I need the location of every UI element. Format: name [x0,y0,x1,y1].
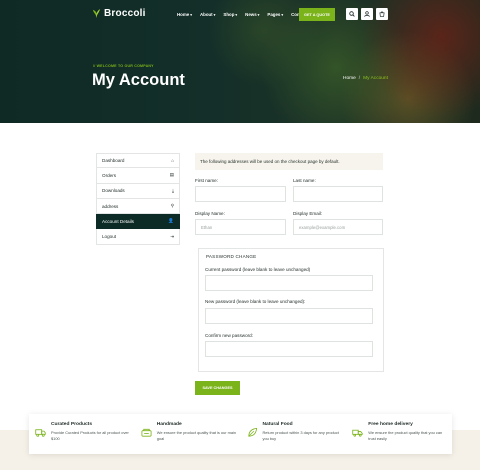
nav-pages[interactable]: Pages ▾ [267,12,283,17]
breadcrumb-separator: / [358,76,361,81]
sidebar-item-label: Downloads [102,188,125,194]
file-icon: ▤ [169,172,174,178]
feature-title: Curated Products [51,422,93,427]
user-icon: 👤 [168,218,174,224]
get-a-quote-button[interactable]: GET A QUOTE [299,8,335,21]
feature-text: Natural Food Return product within 3 day… [263,422,345,454]
cart-button[interactable]: 0 [376,7,389,20]
main-nav: Home▾ About▾ Shop▾ News▾ Pages▾ Contact [177,12,307,17]
user-icon [364,11,370,17]
feature-description: We ensure the product quality that you c… [368,430,443,442]
page-title: My Account [92,71,185,89]
nav-shop[interactable]: Shop ▾ [223,12,237,17]
current-password-label: Current password (leave blank to leave u… [205,267,311,272]
feature-title: Handmade [156,422,182,427]
sidebar-item-downloads[interactable]: Downloads ⤓ [96,183,180,199]
feature-title: Natural Food [262,422,293,427]
breadcrumb-current: My Account [363,76,388,81]
breadcrumb-home-link[interactable]: Home [343,76,356,81]
sidebar-item-label: Account Details [102,218,134,224]
display-name-field[interactable]: Ethan [195,219,286,235]
display-email-label: Display Email: [293,211,323,216]
new-password-field[interactable] [205,308,373,324]
nav-news-label: News [245,12,257,17]
sidebar-item-account-details[interactable]: Account Details 👤 [96,214,180,230]
feature-item: Curated Products Provide Curated Product… [29,414,135,454]
password-change-legend: PASSWORD CHANGE [206,254,257,259]
save-changes-button[interactable]: SAVE CHANGES [195,381,240,395]
search-button[interactable] [346,8,358,20]
logout-icon: ⇥ [170,233,174,239]
search-icon [349,11,355,17]
sidebar-item-orders[interactable]: Orders ▤ [96,168,180,184]
feature-item: Handmade We ensure the product quality t… [135,414,241,454]
nav-about[interactable]: About ▾ [200,12,215,17]
feature-text: Curated Products Provide Curated Product… [51,422,133,454]
confirm-password-label: Confirm new password: [205,333,253,338]
breadcrumb: Home / My Account [343,76,388,81]
feature-text: Free home delivery We ensure the product… [368,422,450,454]
handmade-icon [141,428,152,437]
nav-shop-label: Shop [223,12,235,17]
sidebar-item-logout[interactable]: Logout ⇥ [96,229,180,245]
feature-description: We ensure the product quality that is ou… [156,430,237,442]
feature-item: Free home delivery We ensure the product… [346,414,452,454]
chevron-down-icon: ▾ [190,12,192,17]
feature-title: Free home delivery [368,422,413,427]
new-password-label: New password (leave blank to leave uncha… [205,299,306,304]
sidebar-item-label: address [102,203,119,209]
display-email-field[interactable]: example@example.com [293,219,383,235]
address-notice: The following addresses will be used on … [195,153,383,170]
account-sidebar: Dashboard ⌂ Orders ▤ Downloads ⤓ address ⚲ A… [96,153,180,245]
account-button[interactable] [361,8,373,20]
first-name-label: First name: [195,178,218,183]
location-pin-icon: ⚲ [170,203,174,209]
download-icon: ⤓ [172,188,174,194]
hero-eyebrow: // WELCOME TO OUR COMPANY [93,64,154,68]
home-icon: ⌂ [171,158,174,164]
nav-home[interactable]: Home ▾ [177,12,192,17]
nav-about-label: About [199,12,213,17]
truck-icon [35,429,46,437]
sidebar-item-label: Orders [102,172,117,178]
delivery-truck-icon [352,429,363,437]
chevron-down-icon: ▾ [257,12,260,17]
last-name-label: Last name: [293,178,316,183]
sidebar-item-dashboard[interactable]: Dashboard ⌂ [96,153,180,169]
leaf-icon [247,427,257,437]
cart-icon [379,11,385,17]
confirm-password-field[interactable] [205,341,373,357]
feature-description: Provide Curated Products for all product… [51,430,129,442]
feature-text: Handmade We ensure the product quality t… [157,422,239,454]
sidebar-item-label: Dashboard [102,158,125,164]
logo-text: Broccoli [104,8,146,19]
nav-pages-label: Pages [267,12,281,17]
chevron-down-icon: ▾ [235,12,238,17]
page-hero: Broccoli Home ▾ About ▾ Shop ▾ News ▾ Pages ▾… [0,0,480,123]
feature-item: Natural Food Return product within 3 day… [241,414,347,454]
nav-home-label: Home [177,12,190,17]
nav-news[interactable]: News ▾ [245,12,259,17]
display-name-label: Display Name: [195,211,225,216]
sidebar-item-address[interactable]: address ⚲ [96,198,180,215]
current-password-field[interactable] [205,275,373,291]
first-name-field[interactable] [195,186,286,202]
logo[interactable]: Broccoli [92,8,146,19]
chevron-down-icon: ▾ [281,12,284,17]
cart-count-badge: 0 [387,7,389,11]
sidebar-item-label: Logout [102,234,117,240]
feature-description: Return product within 3 days for any pro… [262,430,339,442]
features-strip: Curated Products Provide Curated Product… [29,414,452,454]
last-name-field[interactable] [293,186,383,202]
chevron-down-icon: ▾ [213,12,216,17]
broccoli-logo-icon [92,9,101,18]
